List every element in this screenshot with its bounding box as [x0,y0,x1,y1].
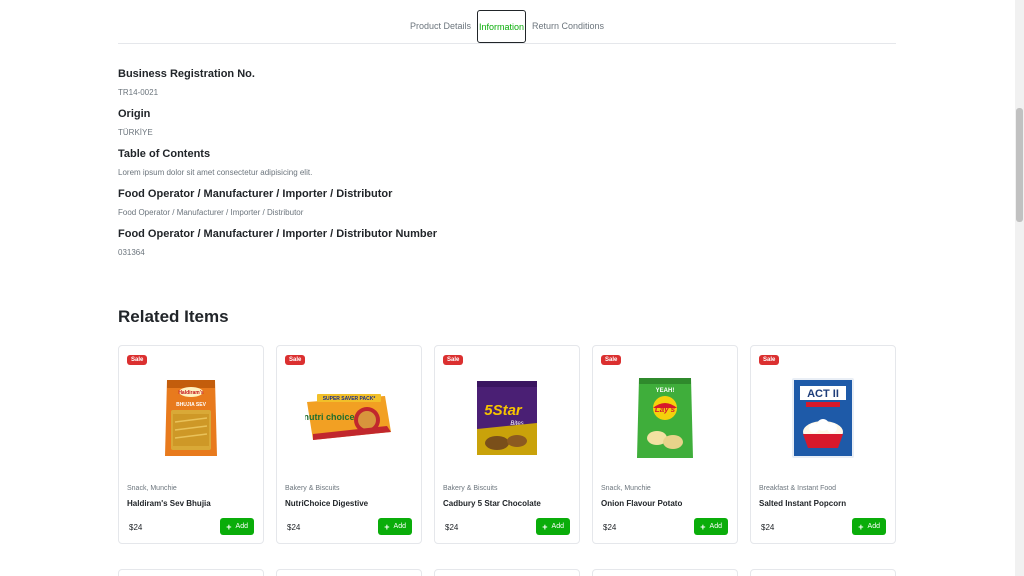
info-value: TÜRKİYE [118,128,153,137]
scrollbar-thumb[interactable] [1016,108,1023,222]
product-card[interactable]: Sale ACT II Breakfast & Instant Food Sal… [750,345,896,544]
product-name[interactable]: Haldiram's Sev Bhujia [127,499,211,508]
sale-badge: Sale [285,355,306,365]
info-value: Lorem ipsum dolor sit amet consectetur a… [118,168,313,177]
package-brand-text: Haldiram's [178,390,204,396]
product-image[interactable]: Haldiram's BHUJIA SEV [119,372,263,464]
add-to-cart-button[interactable]: + Add [220,518,254,535]
info-label: Origin [118,108,151,120]
add-button-label: Add [551,523,564,530]
sale-badge: Sale [127,355,148,365]
related-items-next-row [118,569,896,576]
add-button-label: Add [235,523,248,530]
product-card[interactable]: Sale Haldiram's BHUJIA SEV Snack, Munchi… [118,345,264,544]
add-button-label: Add [393,523,406,530]
package-brand-text: 5Star [484,402,523,419]
product-image[interactable]: ACT II [751,372,895,464]
plus-icon: + [700,521,706,532]
info-row: Food Operator / Manufacturer / Importer … [118,188,896,218]
plus-icon: + [384,521,390,532]
product-image[interactable]: 5Star Bites [435,372,579,464]
info-value: 031364 [118,248,145,257]
tab-return-conditions[interactable]: Return Conditions [526,10,610,43]
plus-icon: + [542,521,548,532]
package-brand-text: nutri choice [305,412,355,422]
info-label: Food Operator / Manufacturer / Importer … [118,228,438,240]
product-card[interactable]: Sale YEAH! Lay's Snack, Munchie Onion Fl… [592,345,738,544]
add-to-cart-button[interactable]: + Add [378,518,412,535]
sale-badge: Sale [601,355,622,365]
product-price: $24 [603,523,617,532]
product-image[interactable]: SUPER SAVER PACK* nutri choice [277,372,421,464]
product-tabs: Product Details Information Return Condi… [118,10,896,44]
product-name[interactable]: Onion Flavour Potato [601,499,682,508]
product-category: Bakery & Biscuits [443,485,498,492]
info-row: Business Registration No. TR14-0021 [118,68,896,98]
add-to-cart-button[interactable]: + Add [852,518,886,535]
product-category: Breakfast & Instant Food [759,485,837,492]
add-button-label: Add [867,523,880,530]
product-card[interactable] [592,569,738,576]
page-scrollbar[interactable] [1015,0,1024,576]
product-category: Snack, Munchie [127,485,177,492]
info-label: Food Operator / Manufacturer / Importer … [118,188,393,200]
tab-product-details[interactable]: Product Details [404,10,477,43]
product-price: $24 [129,523,143,532]
product-card[interactable] [434,569,580,576]
product-image[interactable]: YEAH! Lay's [593,372,737,464]
info-label: Business Registration No. [118,68,255,80]
product-category: Snack, Munchie [601,485,651,492]
product-name[interactable]: NutriChoice Digestive [285,499,368,508]
sale-badge: Sale [759,355,780,365]
add-button-label: Add [709,523,722,530]
product-name[interactable]: Salted Instant Popcorn [759,499,846,508]
product-price: $24 [445,523,459,532]
sale-badge: Sale [443,355,464,365]
package-brand-text: ACT II [807,388,839,400]
plus-icon: + [226,521,232,532]
product-card[interactable] [118,569,264,576]
information-panel: Business Registration No. TR14-0021 Orig… [118,68,896,268]
related-items-grid: Sale Haldiram's BHUJIA SEV Snack, Munchi… [118,345,896,544]
product-price: $24 [287,523,301,532]
related-items-title: Related Items [118,307,229,326]
plus-icon: + [858,521,864,532]
package-label-text: BHUJIA SEV [176,402,206,408]
add-to-cart-button[interactable]: + Add [536,518,570,535]
package-banner-text: YEAH! [656,388,675,394]
info-value: TR14-0021 [118,88,159,97]
product-card[interactable] [750,569,896,576]
product-name[interactable]: Cadbury 5 Star Chocolate [443,499,541,508]
info-label: Table of Contents [118,148,211,160]
package-brand-text: Lay's [655,405,676,414]
product-price: $24 [761,523,775,532]
product-category: Bakery & Biscuits [285,485,340,492]
add-to-cart-button[interactable]: + Add [694,518,728,535]
info-value: Food Operator / Manufacturer / Importer … [118,208,304,217]
info-row: Origin TÜRKİYE [118,108,896,138]
info-row: Food Operator / Manufacturer / Importer … [118,228,896,258]
product-card[interactable]: Sale SUPER SAVER PACK* nutri choice Bake… [276,345,422,544]
product-card[interactable] [276,569,422,576]
info-row: Table of Contents Lorem ipsum dolor sit … [118,148,896,178]
tab-information[interactable]: Information [476,10,526,43]
product-card[interactable]: Sale 5Star Bites Bakery & Biscuits Cadbu… [434,345,580,544]
package-banner-text: SUPER SAVER PACK* [323,396,376,402]
